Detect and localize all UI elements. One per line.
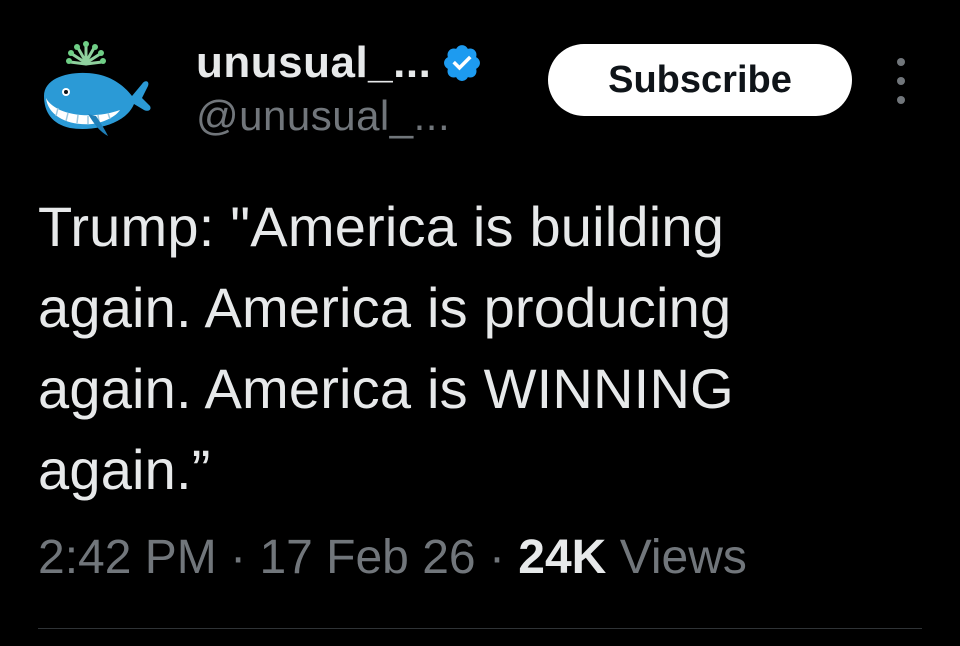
tweet-meta: 2:42 PM · 17 Feb 26 · 24K Views [38, 530, 747, 585]
subscribe-button[interactable]: Subscribe [548, 44, 852, 116]
user-handle[interactable]: @unusual_... [196, 92, 536, 140]
user-info: unusual_... @unusual_... [196, 36, 536, 140]
avatar[interactable] [34, 36, 154, 140]
tweet-date[interactable]: 17 Feb 26 [259, 531, 475, 584]
views-count[interactable]: 24K [518, 531, 606, 584]
meta-separator: · [230, 531, 247, 584]
more-dot [897, 96, 905, 104]
meta-separator: · [488, 531, 505, 584]
display-name[interactable]: unusual_... [196, 38, 431, 88]
tweet-text: Trump: "America is building again. Ameri… [38, 195, 734, 501]
tweet: unusual_... @unusual_... Subscribe Trump… [0, 0, 960, 646]
divider [38, 628, 922, 629]
whale-icon [44, 41, 151, 136]
name-row: unusual_... [196, 36, 536, 90]
verified-badge-icon [444, 45, 481, 81]
more-dot [897, 77, 905, 85]
tweet-time[interactable]: 2:42 PM [38, 531, 217, 584]
more-dot [897, 58, 905, 66]
more-options-icon[interactable] [884, 58, 918, 104]
views-label[interactable]: Views [620, 531, 747, 584]
